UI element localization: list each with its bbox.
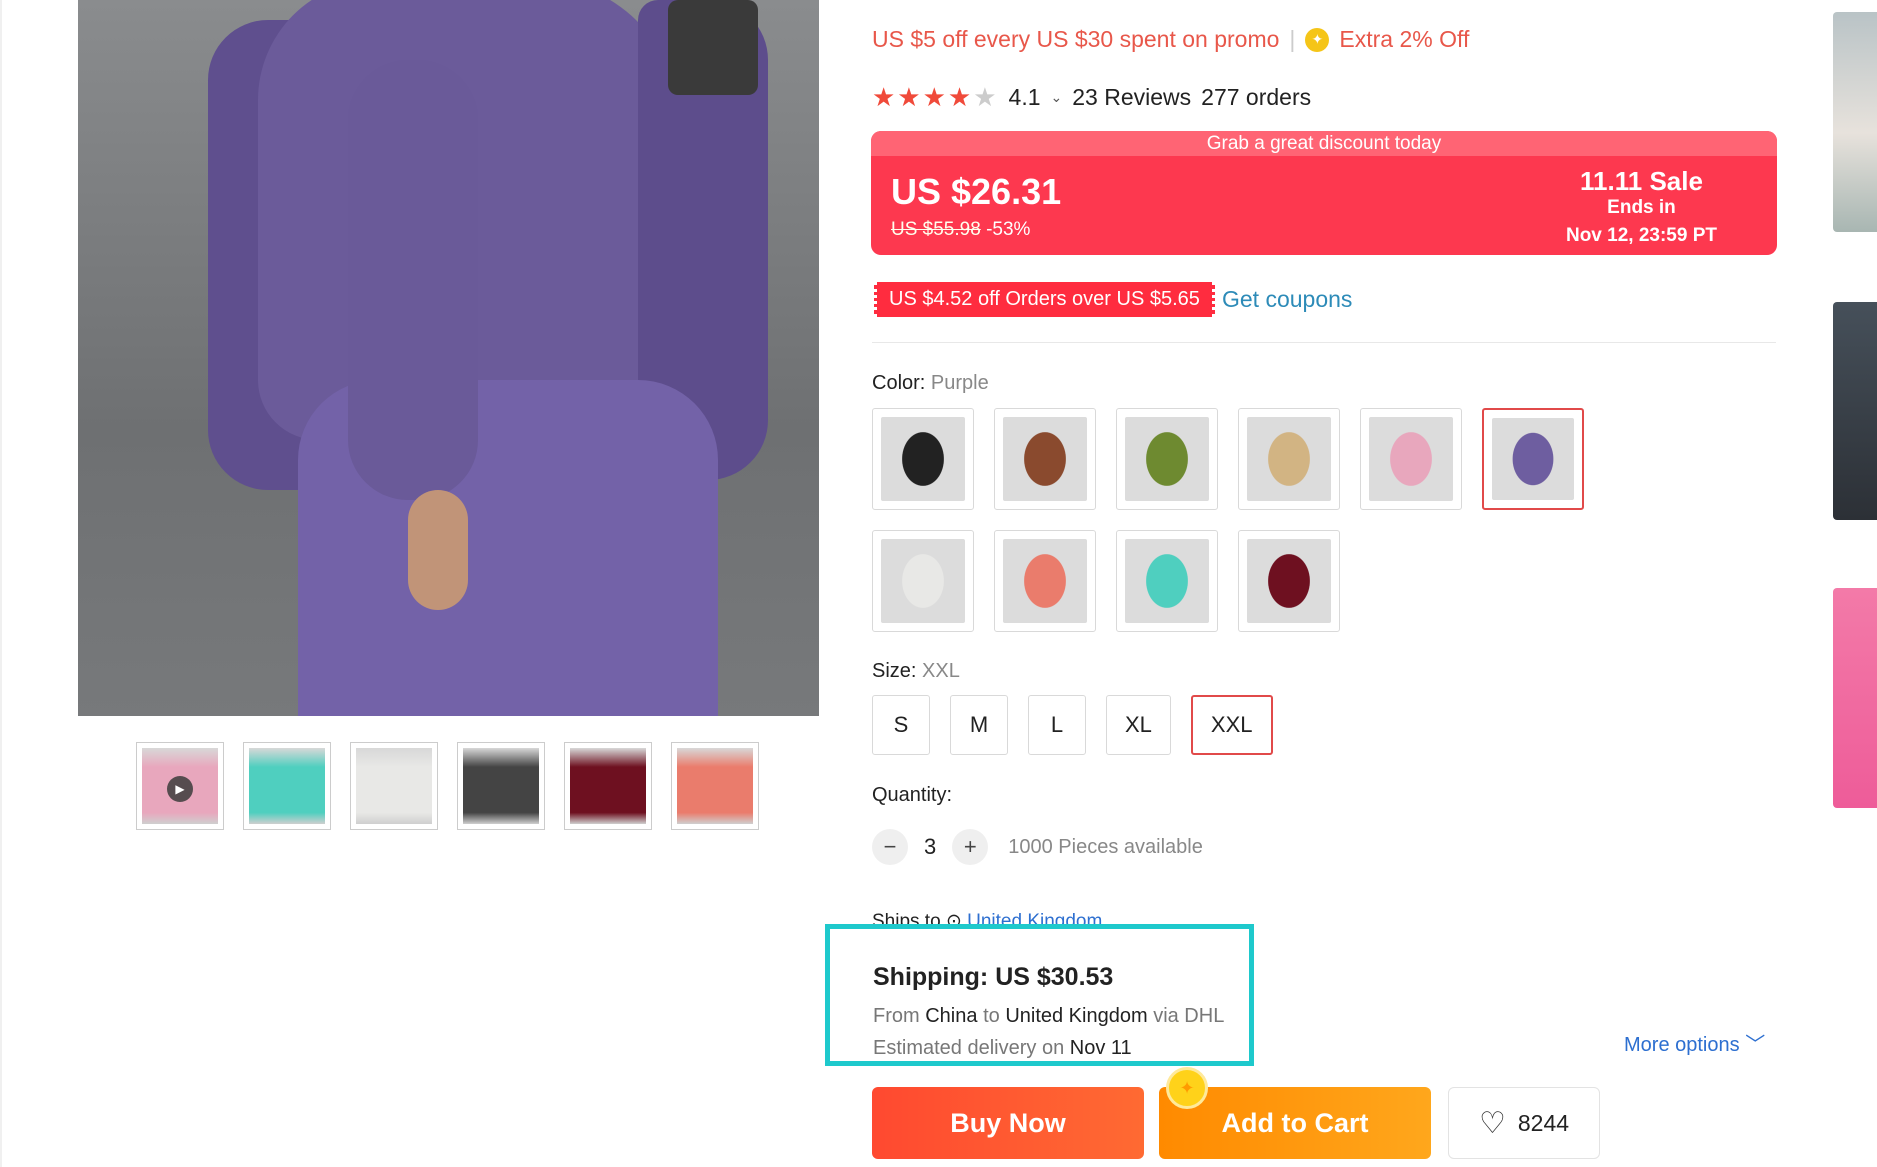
- chevron-down-icon[interactable]: ⌄: [1051, 89, 1063, 106]
- price-box: Grab a great discount today US $26.31 US…: [871, 131, 1777, 255]
- original-price: US $55.98: [891, 219, 981, 240]
- selected-size: XXL: [922, 660, 960, 682]
- image-hand: [408, 490, 468, 610]
- color-swatch-image: [1247, 539, 1331, 623]
- color-swatch-image: [1125, 417, 1209, 501]
- color-swatch[interactable]: [872, 408, 974, 510]
- thumbnail-image: [570, 748, 646, 824]
- size-option[interactable]: L: [1028, 695, 1086, 755]
- quantity-decrease-button[interactable]: −: [872, 829, 908, 865]
- original-price-row: US $55.98 -53%: [891, 219, 1030, 241]
- color-swatch-image: [1247, 417, 1331, 501]
- discount-percent: -53%: [986, 219, 1031, 240]
- recommended-item-image[interactable]: [1833, 302, 1877, 520]
- play-icon[interactable]: ▶: [167, 776, 193, 802]
- left-edge: [0, 0, 2, 1167]
- wishlist-button[interactable]: ♡ 8244: [1448, 1087, 1600, 1159]
- coin-icon: ✦: [1166, 1067, 1208, 1109]
- shipping-route: From China to United Kingdom via DHL: [873, 1005, 1225, 1027]
- promo-text[interactable]: US $5 off every US $30 spent on promo: [872, 26, 1279, 53]
- color-swatch[interactable]: [1482, 408, 1584, 510]
- get-coupons-link[interactable]: Get coupons: [1222, 286, 1352, 313]
- rating-value[interactable]: 4.1: [1009, 84, 1041, 111]
- recommended-item-image[interactable]: [1833, 588, 1877, 808]
- thumbnail[interactable]: ▶: [136, 742, 224, 830]
- reviews-link[interactable]: 23 Reviews: [1072, 84, 1191, 111]
- heart-icon: ♡: [1478, 1106, 1506, 1140]
- size-label: Size: XXL: [872, 660, 960, 682]
- size-option[interactable]: XXL: [1190, 695, 1273, 755]
- extra-off-text[interactable]: Extra 2% Off: [1339, 26, 1469, 53]
- thumbnail-strip: ▶: [136, 742, 759, 830]
- thumbnail[interactable]: [564, 742, 652, 830]
- size-option[interactable]: S: [872, 695, 930, 755]
- more-options-link[interactable]: More options ﹀: [1624, 1028, 1765, 1057]
- recommended-item-image[interactable]: [1833, 12, 1877, 232]
- quantity-increase-button[interactable]: +: [952, 829, 989, 865]
- color-swatch[interactable]: [994, 408, 1096, 510]
- orders-count: 277 orders: [1201, 84, 1312, 110]
- thumbnail-image: [356, 748, 432, 824]
- rating-row: ★★★★★ 4.1 ⌄ 23 Reviews 277 orders: [872, 82, 1311, 113]
- thumbnail[interactable]: [671, 742, 759, 830]
- color-swatch-image: [1492, 418, 1574, 500]
- wishlist-count: 8244: [1517, 1109, 1570, 1136]
- thumbnail[interactable]: [243, 742, 331, 830]
- selected-color: Purple: [930, 372, 989, 394]
- color-swatch-image: [881, 417, 965, 501]
- color-swatch-image: [1003, 539, 1087, 623]
- color-swatch-image: [1003, 417, 1087, 501]
- price-banner: Grab a great discount today: [871, 131, 1777, 156]
- thumbnail-image: [677, 748, 753, 824]
- coupon-badge[interactable]: US $4.52 off Orders over US $5.65: [874, 282, 1215, 317]
- color-swatch[interactable]: [872, 530, 974, 632]
- color-swatch[interactable]: [1116, 408, 1218, 510]
- sale-countdown: 11.11 Sale Ends in Nov 12, 23:59 PT: [1566, 166, 1717, 247]
- color-swatch-image: [1369, 417, 1453, 501]
- chevron-down-icon: ﹀: [1745, 1034, 1766, 1056]
- thumbnail[interactable]: [350, 742, 438, 830]
- quantity-stepper: − 3 + 1000 Pieces available: [872, 829, 1203, 865]
- size-option[interactable]: XL: [1106, 695, 1171, 755]
- color-swatch-grid: [872, 408, 1592, 632]
- image-phone: [668, 0, 758, 95]
- promo-line: US $5 off every US $30 spent on promo | …: [872, 26, 1469, 53]
- color-swatch[interactable]: [1238, 530, 1340, 632]
- sale-ends-label: Ends in: [1607, 197, 1676, 218]
- promo-separator: |: [1289, 26, 1296, 52]
- sale-end-date: Nov 12, 23:59 PT: [1565, 225, 1717, 246]
- color-swatch-image: [1125, 539, 1209, 623]
- color-swatch-image: [881, 539, 965, 623]
- quantity-label: Quantity:: [872, 784, 953, 806]
- color-swatch[interactable]: [1238, 408, 1340, 510]
- coin-icon: ✦: [1305, 27, 1330, 52]
- current-price: US $26.31: [891, 171, 1062, 212]
- pieces-available: 1000 Pieces available: [1008, 835, 1203, 858]
- shipping-cost: Shipping: US $30.53: [873, 963, 1114, 991]
- main-product-image[interactable]: [78, 0, 819, 716]
- star-rating-icon: ★★★★★: [872, 82, 999, 112]
- divider: [872, 342, 1776, 343]
- shipping-info-box: Shipping: US $30.53 From China to United…: [825, 924, 1254, 1066]
- size-option[interactable]: M: [950, 695, 1008, 755]
- thumbnail-image: [463, 748, 539, 824]
- estimated-delivery: Estimated delivery on Nov 11: [873, 1037, 1132, 1059]
- sale-title: 11.11 Sale: [1580, 166, 1703, 196]
- color-swatch[interactable]: [994, 530, 1096, 632]
- color-label: Color: Purple: [872, 372, 989, 394]
- size-options: S M L XL XXL: [872, 695, 1273, 755]
- image-arm: [348, 60, 478, 500]
- color-swatch[interactable]: [1116, 530, 1218, 632]
- thumbnail-image: [249, 748, 325, 824]
- thumbnail[interactable]: [457, 742, 545, 830]
- quantity-value[interactable]: 3: [924, 834, 936, 860]
- color-swatch[interactable]: [1360, 408, 1462, 510]
- buy-now-button[interactable]: Buy Now: [872, 1087, 1144, 1159]
